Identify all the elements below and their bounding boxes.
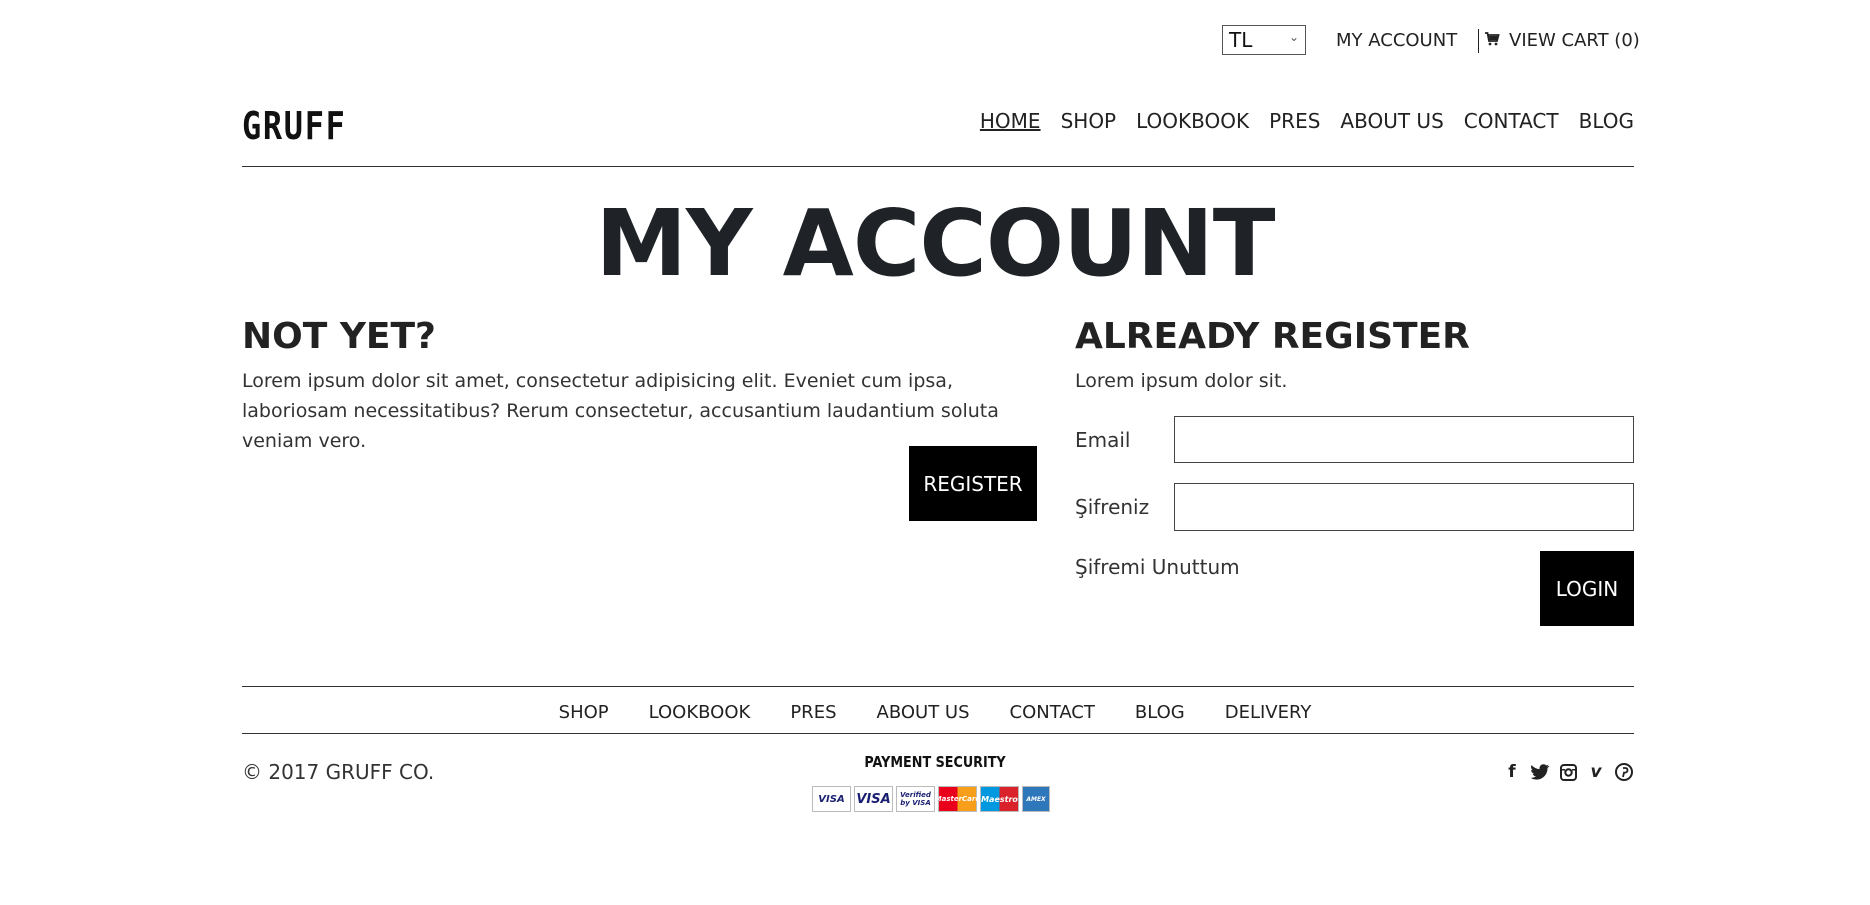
currency-select[interactable]: TL ⌄ <box>1222 25 1306 55</box>
payment-cards: VISA VISA Verified by VISA MasterCard Ma… <box>812 786 1050 812</box>
footer-nav-shop[interactable]: SHOP <box>559 702 609 723</box>
facebook-icon[interactable]: f <box>1502 762 1522 782</box>
register-button[interactable]: REGISTER <box>909 446 1037 521</box>
logo[interactable]: GRUFF <box>242 104 346 148</box>
footer-divider-top <box>242 686 1634 687</box>
email-label: Email <box>1075 428 1131 452</box>
social-links: f v <box>1502 762 1634 782</box>
footer-nav-blog[interactable]: BLOG <box>1135 702 1185 723</box>
footer-nav: SHOP LOOKBOOK PRES ABOUT US CONTACT BLOG… <box>0 702 1870 723</box>
pinterest-icon[interactable] <box>1614 762 1634 782</box>
page-title: MY ACCOUNT <box>595 190 1275 297</box>
payment-security-title: PAYMENT SECURITY <box>864 753 1006 771</box>
mastercard-icon: MasterCard <box>935 786 980 812</box>
nav-pres[interactable]: PRES <box>1269 109 1320 133</box>
main-nav: HOME SHOP LOOKBOOK PRES ABOUT US CONTACT… <box>980 109 1634 133</box>
visa-icon: VISA <box>854 786 893 812</box>
login-heading: ALREADY REGISTER <box>1075 316 1470 357</box>
footer-divider-bottom <box>242 733 1634 734</box>
register-text: Lorem ipsum dolor sit amet, consectetur … <box>242 370 999 452</box>
header-divider <box>242 166 1634 167</box>
footer-nav-delivery[interactable]: DELIVERY <box>1225 702 1312 723</box>
register-heading: NOT YET? <box>242 316 436 357</box>
nav-about-us[interactable]: ABOUT US <box>1340 109 1443 133</box>
footer-nav-contact[interactable]: CONTACT <box>1010 702 1095 723</box>
password-label: Şifreniz <box>1075 495 1150 519</box>
footer-nav-about-us[interactable]: ABOUT US <box>877 702 970 723</box>
view-cart-link[interactable]: VIEW CART (0) <box>1509 30 1640 51</box>
visa-electron-icon: VISA <box>812 786 851 812</box>
footer-nav-lookbook[interactable]: LOOKBOOK <box>649 702 751 723</box>
divider <box>1478 29 1479 53</box>
vimeo-icon[interactable]: v <box>1586 762 1606 782</box>
forgot-password-link[interactable]: Şifremi Unuttum <box>1075 555 1240 579</box>
nav-home[interactable]: HOME <box>980 109 1041 133</box>
nav-contact[interactable]: CONTACT <box>1464 109 1559 133</box>
chevron-down-icon: ⌄ <box>1288 30 1299 44</box>
nav-shop[interactable]: SHOP <box>1061 109 1117 133</box>
twitter-icon[interactable] <box>1530 762 1550 782</box>
password-field[interactable] <box>1174 483 1634 531</box>
instagram-icon[interactable] <box>1558 762 1578 782</box>
amex-icon: AMEX <box>1022 786 1050 812</box>
email-field[interactable] <box>1174 416 1634 463</box>
maestro-icon: Maestro <box>980 786 1019 812</box>
currency-value: TL <box>1229 28 1253 52</box>
my-account-link[interactable]: MY ACCOUNT <box>1336 30 1457 51</box>
verified-by-visa-icon: Verified by VISA <box>896 786 935 812</box>
login-text: Lorem ipsum dolor sit. <box>1075 370 1288 392</box>
nav-lookbook[interactable]: LOOKBOOK <box>1136 109 1249 133</box>
footer-nav-pres[interactable]: PRES <box>790 702 836 723</box>
login-button[interactable]: LOGIN <box>1540 551 1634 626</box>
cart-icon <box>1485 32 1500 46</box>
nav-blog[interactable]: BLOG <box>1579 109 1634 133</box>
